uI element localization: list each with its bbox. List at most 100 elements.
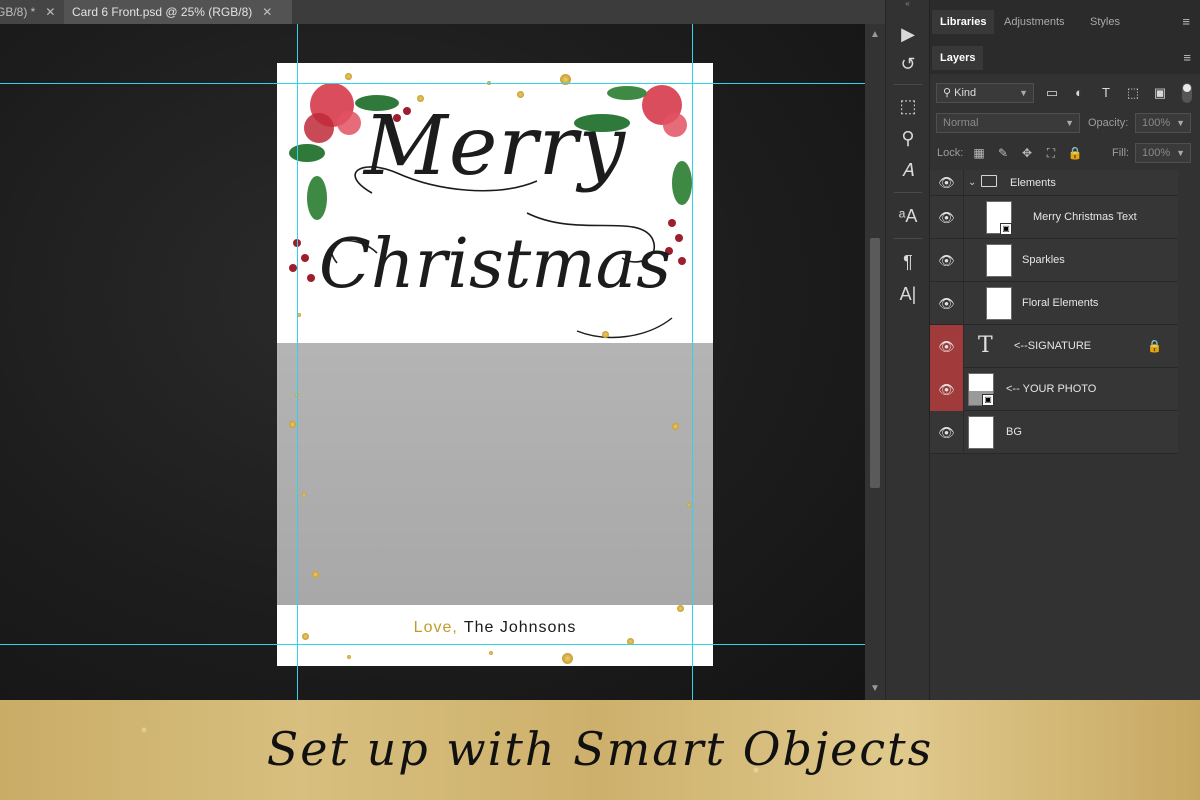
- paragraph-icon[interactable]: ¶: [892, 248, 924, 276]
- layer-name: Merry Christmas Text: [1033, 211, 1137, 223]
- layer-name: Floral Elements: [1022, 297, 1099, 309]
- document-canvas[interactable]: Merry Christmas Love, The Johnsons: [277, 63, 713, 666]
- blend-mode-value: Normal: [943, 117, 979, 129]
- layer-row[interactable]: 👁 BG: [930, 411, 1178, 454]
- gold-sparkle: [302, 633, 309, 640]
- adjustment-filter-icon[interactable]: ◐: [1069, 84, 1089, 102]
- guide-vertical-right[interactable]: [692, 24, 693, 700]
- tab-previous-document[interactable]: GB/8) * ✕: [0, 0, 64, 24]
- layer-row-group[interactable]: 👁 ⌄ Elements: [930, 170, 1178, 196]
- hamburger-menu-icon[interactable]: ≡: [1182, 14, 1190, 29]
- card-title-merry: Merry: [363, 99, 627, 194]
- filter-kind-select[interactable]: ⚲ Kind ▼: [936, 83, 1034, 103]
- banner-caption: Set up with Smart Objects: [266, 722, 934, 776]
- 3d-cube-icon[interactable]: ⬚: [892, 92, 924, 120]
- tab-label: GB/8) *: [0, 5, 36, 19]
- guide-vertical-left[interactable]: [297, 24, 298, 700]
- fill-field[interactable]: 100% ▼: [1135, 143, 1191, 163]
- character-styles-icon[interactable]: 𝐴: [892, 156, 924, 184]
- gold-sparkle: [347, 655, 351, 659]
- layer-row[interactable]: 👁 ▣ Merry Christmas Text: [930, 196, 1178, 239]
- close-icon[interactable]: ✕: [45, 5, 55, 19]
- layer-row[interactable]: 👁 ▣ <-- YOUR PHOTO: [930, 368, 1178, 411]
- layer-row[interactable]: 👁 Sparkles: [930, 239, 1178, 282]
- card-signature: Love, The Johnsons: [277, 619, 713, 637]
- guide-horizontal-top[interactable]: [0, 83, 865, 84]
- close-icon[interactable]: ✕: [262, 5, 272, 19]
- blend-mode-select[interactable]: Normal ▼: [936, 113, 1080, 133]
- fill-label: Fill:: [1112, 147, 1130, 159]
- brush-presets-icon[interactable]: ⚲: [892, 124, 924, 152]
- smart-object-icon: ▣: [1000, 223, 1012, 235]
- visibility-eye-icon[interactable]: 👁: [930, 196, 964, 239]
- layer-row[interactable]: 👁 T <--SIGNATURE 🔒: [930, 325, 1178, 368]
- history-icon[interactable]: ↺: [892, 50, 924, 78]
- lock-row: Lock: ▦ ✎ ✥ ⛶ 🔒 Fill: 100% ▼: [930, 138, 1200, 168]
- layer-name: <-- YOUR PHOTO: [1006, 383, 1097, 395]
- tool-separator: [894, 84, 922, 85]
- right-panels: Libraries Adjustments Styles ≡ Layers ≡ …: [929, 0, 1200, 700]
- signature-love: Love,: [413, 619, 458, 636]
- layers-panel-header: Layers ≡: [930, 42, 1200, 74]
- visibility-eye-icon[interactable]: 👁: [930, 325, 964, 368]
- gold-sparkle: [289, 421, 296, 428]
- visibility-eye-icon[interactable]: 👁: [930, 170, 964, 196]
- smart-object-filter-icon[interactable]: ▣: [1150, 84, 1170, 102]
- gold-sparkle: [672, 423, 679, 430]
- gold-sparkle: [517, 91, 524, 98]
- card-title-christmas: Christmas: [318, 225, 672, 304]
- lock-all-icon[interactable]: 🔒: [1066, 144, 1084, 162]
- glyphs-icon[interactable]: ᵃA: [892, 202, 924, 230]
- libraries-panel-tabs: Libraries Adjustments Styles ≡: [930, 0, 1200, 42]
- tool-separator: [894, 238, 922, 239]
- scroll-down-icon[interactable]: ▼: [865, 682, 885, 696]
- tab-styles[interactable]: Styles: [1082, 10, 1128, 34]
- lock-position-icon[interactable]: ✥: [1018, 144, 1036, 162]
- visibility-eye-icon[interactable]: 👁: [930, 239, 964, 282]
- chevron-down-icon[interactable]: ⌄: [968, 170, 976, 196]
- layer-name: Sparkles: [1022, 254, 1065, 266]
- chevron-down-icon: ▼: [1065, 118, 1074, 128]
- type-filter-icon[interactable]: T: [1096, 84, 1116, 102]
- gold-sparkle: [417, 95, 424, 102]
- lock-image-pixels-icon[interactable]: ✎: [994, 144, 1012, 162]
- gold-sparkle: [312, 571, 319, 578]
- lock-transparent-pixels-icon[interactable]: ▦: [970, 144, 988, 162]
- layer-name: Elements: [1010, 177, 1056, 189]
- visibility-eye-icon[interactable]: 👁: [930, 368, 964, 411]
- tab-libraries[interactable]: Libraries: [932, 10, 995, 34]
- tab-label: Card 6 Front.psd @ 25% (RGB/8): [72, 5, 253, 19]
- search-icon: ⚲: [943, 87, 955, 99]
- canvas-vertical-scrollbar[interactable]: ▲ ▼: [865, 24, 885, 700]
- tool-separator: [894, 192, 922, 193]
- scroll-up-icon[interactable]: ▲: [865, 28, 885, 42]
- opacity-value: 100%: [1142, 117, 1171, 129]
- artboard-lock-icon[interactable]: ⛶: [1042, 144, 1060, 162]
- scrollbar-thumb[interactable]: [870, 238, 880, 488]
- shape-filter-icon[interactable]: ⬚: [1123, 84, 1143, 102]
- lock-icon[interactable]: 🔒: [1147, 325, 1162, 368]
- filter-toggle[interactable]: [1182, 83, 1192, 103]
- play-action-icon[interactable]: ▶: [892, 20, 924, 48]
- gold-sparkle: [345, 73, 352, 80]
- pixel-filter-icon[interactable]: ▭: [1042, 84, 1062, 102]
- tab-layers[interactable]: Layers: [932, 46, 984, 70]
- filter-kind-value: Kind: [954, 87, 977, 99]
- opacity-field[interactable]: 100% ▼: [1135, 113, 1191, 133]
- hamburger-menu-icon[interactable]: ≡: [1183, 50, 1191, 65]
- character-icon[interactable]: A|: [892, 280, 924, 308]
- tab-card-6-front[interactable]: Card 6 Front.psd @ 25% (RGB/8) ✕: [64, 0, 292, 24]
- canvas-area[interactable]: Merry Christmas Love, The Johnsons: [0, 24, 865, 700]
- visibility-eye-icon[interactable]: 👁: [930, 282, 964, 325]
- collapse-icon[interactable]: «: [886, 0, 929, 8]
- type-layer-icon: T: [978, 333, 993, 358]
- guide-horizontal-bottom[interactable]: [0, 644, 865, 645]
- visibility-eye-icon[interactable]: 👁: [930, 411, 964, 454]
- gold-sparkle: [677, 605, 684, 612]
- tab-adjustments[interactable]: Adjustments: [996, 10, 1073, 34]
- layer-thumbnail: [986, 287, 1012, 320]
- smart-object-icon: ▣: [982, 394, 994, 406]
- fill-value: 100%: [1142, 147, 1171, 159]
- layer-row[interactable]: 👁 Floral Elements: [930, 282, 1178, 325]
- layer-name: <--SIGNATURE: [1014, 340, 1092, 352]
